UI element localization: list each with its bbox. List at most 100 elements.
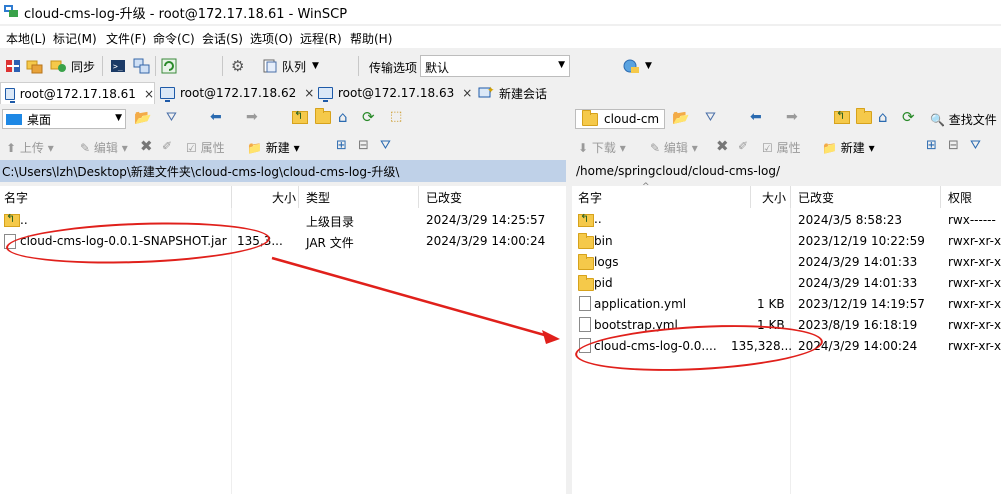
chevron-down-icon: ▼: [645, 61, 652, 71]
remote-path-bar[interactable]: /home/springcloud/cloud-cms-log/: [572, 160, 1001, 182]
new-session-tab[interactable]: ✦ 新建会话: [478, 82, 558, 104]
tab-session-62[interactable]: root@172.17.18.62 ×: [160, 82, 315, 104]
toolbar-separator: [102, 56, 103, 76]
new-button[interactable]: 📁 新建 ▾: [247, 139, 300, 156]
open-folder-icon[interactable]: 📂: [134, 110, 151, 126]
new-folder-icon: 📁: [822, 141, 837, 155]
tree-toggle-icon[interactable]: ⬚: [390, 109, 402, 124]
sync-icon: [50, 60, 66, 72]
chevron-down-icon: ▼: [115, 113, 122, 123]
local-path-bar[interactable]: C:\Users\lzh\Desktop\新建文件夹\cloud-cms-log…: [0, 160, 566, 182]
parent-dir-icon[interactable]: [292, 109, 308, 127]
header-separator: [940, 186, 941, 208]
local-col-name[interactable]: 名字: [4, 186, 28, 208]
refresh-session-button[interactable]: [161, 55, 177, 77]
terminal-icon: >_: [111, 60, 125, 72]
upload-button[interactable]: ⬆ 上传 ▾: [6, 139, 54, 156]
menu-remote[interactable]: 远程(R): [300, 30, 342, 47]
parent-folder-icon: [578, 212, 594, 227]
delete-icon[interactable]: ✖: [140, 137, 153, 155]
filter-icon[interactable]: ⛛: [166, 110, 177, 125]
gear-icon: ⚙: [231, 57, 245, 75]
desktop-icon: [6, 113, 22, 125]
monitor-icon: [160, 87, 175, 102]
file-icon: [579, 317, 591, 332]
local-col-type[interactable]: 类型: [306, 186, 330, 208]
properties-button[interactable]: ☑ 属性: [186, 139, 225, 156]
edit-button[interactable]: ✎ 编辑 ▾: [650, 139, 698, 156]
root-dir-icon[interactable]: [856, 108, 872, 127]
properties-button[interactable]: ☑ 属性: [762, 139, 801, 156]
menu-mark[interactable]: 标记(M): [53, 30, 97, 47]
menu-session[interactable]: 会话(S): [202, 30, 243, 47]
queue-button[interactable]: 队列 ▼: [262, 55, 319, 77]
filter-select-icon[interactable]: ⛛: [380, 138, 391, 153]
transfer-preset-select[interactable]: 默认 ▼: [420, 55, 570, 77]
local-col-changed[interactable]: 已改变: [426, 186, 462, 208]
home-icon[interactable]: ⌂: [338, 108, 348, 126]
compare-dirs-button[interactable]: [5, 55, 21, 77]
transfer-options-label: 传输选项: [369, 61, 418, 75]
preferences-button[interactable]: ⚙: [231, 55, 244, 77]
unselect-icon[interactable]: ⊟: [948, 138, 959, 153]
refresh-icon[interactable]: ⟳: [902, 108, 915, 126]
unselect-icon[interactable]: ⊟: [358, 138, 369, 153]
remote-col-changed[interactable]: 已改变: [798, 186, 834, 208]
refresh-icon[interactable]: ⟳: [362, 108, 375, 126]
local-col-size[interactable]: 大小: [272, 186, 296, 208]
back-arrow-icon[interactable]: ⬅: [210, 109, 222, 125]
folders-sync-icon: [26, 60, 43, 74]
parent-dir-icon[interactable]: [834, 109, 850, 127]
edit-button[interactable]: ✎ 编辑 ▾: [80, 139, 128, 156]
toolbar-separator: [358, 56, 359, 76]
rename-icon[interactable]: ✐: [738, 139, 748, 153]
toolbar-separator: [155, 56, 156, 76]
remote-col-rights[interactable]: 权限: [948, 186, 972, 208]
forward-arrow-icon[interactable]: ➡: [246, 109, 258, 125]
local-drive-select[interactable]: 桌面 ▼: [2, 109, 126, 129]
filter-icon[interactable]: ⛛: [705, 110, 716, 125]
find-files-button[interactable]: 🔍 查找文件: [930, 111, 997, 128]
header-separator: [298, 186, 299, 208]
tab-session-61[interactable]: root@172.17.18.61 ×: [0, 82, 155, 104]
close-icon[interactable]: ×: [144, 87, 154, 101]
header-separator: [418, 186, 419, 208]
forward-arrow-icon[interactable]: ➡: [786, 109, 798, 125]
rename-icon[interactable]: ✐: [162, 139, 172, 153]
compare-icon: [6, 60, 20, 72]
remote-col-size[interactable]: 大小: [762, 186, 786, 208]
title-bar: cloud-cms-log-升级 - root@172.17.18.61 - W…: [0, 0, 1001, 24]
select-all-icon[interactable]: ⊞: [336, 138, 347, 153]
tab-session-63[interactable]: root@172.17.18.63 ×: [318, 82, 473, 104]
global-settings-button[interactable]: ▼: [622, 55, 652, 77]
delete-icon[interactable]: ✖: [716, 137, 729, 155]
download-button[interactable]: ⬇ 下载 ▾: [578, 139, 626, 156]
menu-local[interactable]: 本地(L): [6, 30, 46, 47]
refresh-icon: [161, 58, 177, 74]
close-icon[interactable]: ×: [304, 86, 314, 100]
menu-options[interactable]: 选项(O): [250, 30, 293, 47]
chevron-down-icon: ▼: [312, 61, 319, 71]
local-actions-toolbar: ⬆ 上传 ▾ ✎ 编辑 ▾ ✖ ✐ ☑ 属性 📁 新建 ▾ ⊞ ⊟ ⛛: [0, 136, 566, 158]
menu-help[interactable]: 帮助(H): [350, 30, 392, 47]
menu-file[interactable]: 文件(F): [106, 30, 146, 47]
remote-nav-toolbar: cloud-cm 📂 ⛛ ⬅ ➡ ⌂ ⟳ 🔍 查找文件: [572, 108, 1001, 130]
filter-select-icon[interactable]: ⛛: [970, 138, 981, 153]
open-terminal-button[interactable]: >_: [110, 55, 126, 77]
monitor-icon: [5, 87, 15, 103]
remote-actions-toolbar: ⬇ 下载 ▾ ✎ 编辑 ▾ ✖ ✐ ☑ 属性 📁 新建 ▾ ⊞ ⊟ ⛛: [572, 136, 1001, 158]
home-icon[interactable]: ⌂: [878, 108, 888, 126]
back-arrow-icon[interactable]: ⬅: [750, 109, 762, 125]
synchronize-button[interactable]: 同步: [50, 55, 95, 77]
menu-command[interactable]: 命令(C): [153, 30, 195, 47]
new-button[interactable]: 📁 新建 ▾: [822, 139, 875, 156]
root-dir-icon[interactable]: [315, 108, 331, 127]
menu-bar: 本地(L) 标记(M) 文件(F) 命令(C) 会话(S) 选项(O) 远程(R…: [0, 26, 1001, 48]
remote-col-name[interactable]: 名字: [578, 186, 602, 208]
select-all-icon[interactable]: ⊞: [926, 138, 937, 153]
putty-button[interactable]: [133, 55, 151, 77]
sync-browse-button[interactable]: [26, 55, 44, 77]
open-folder-icon[interactable]: 📂: [672, 110, 689, 126]
remote-dir-select[interactable]: cloud-cm: [575, 109, 665, 129]
close-icon[interactable]: ×: [462, 86, 472, 100]
